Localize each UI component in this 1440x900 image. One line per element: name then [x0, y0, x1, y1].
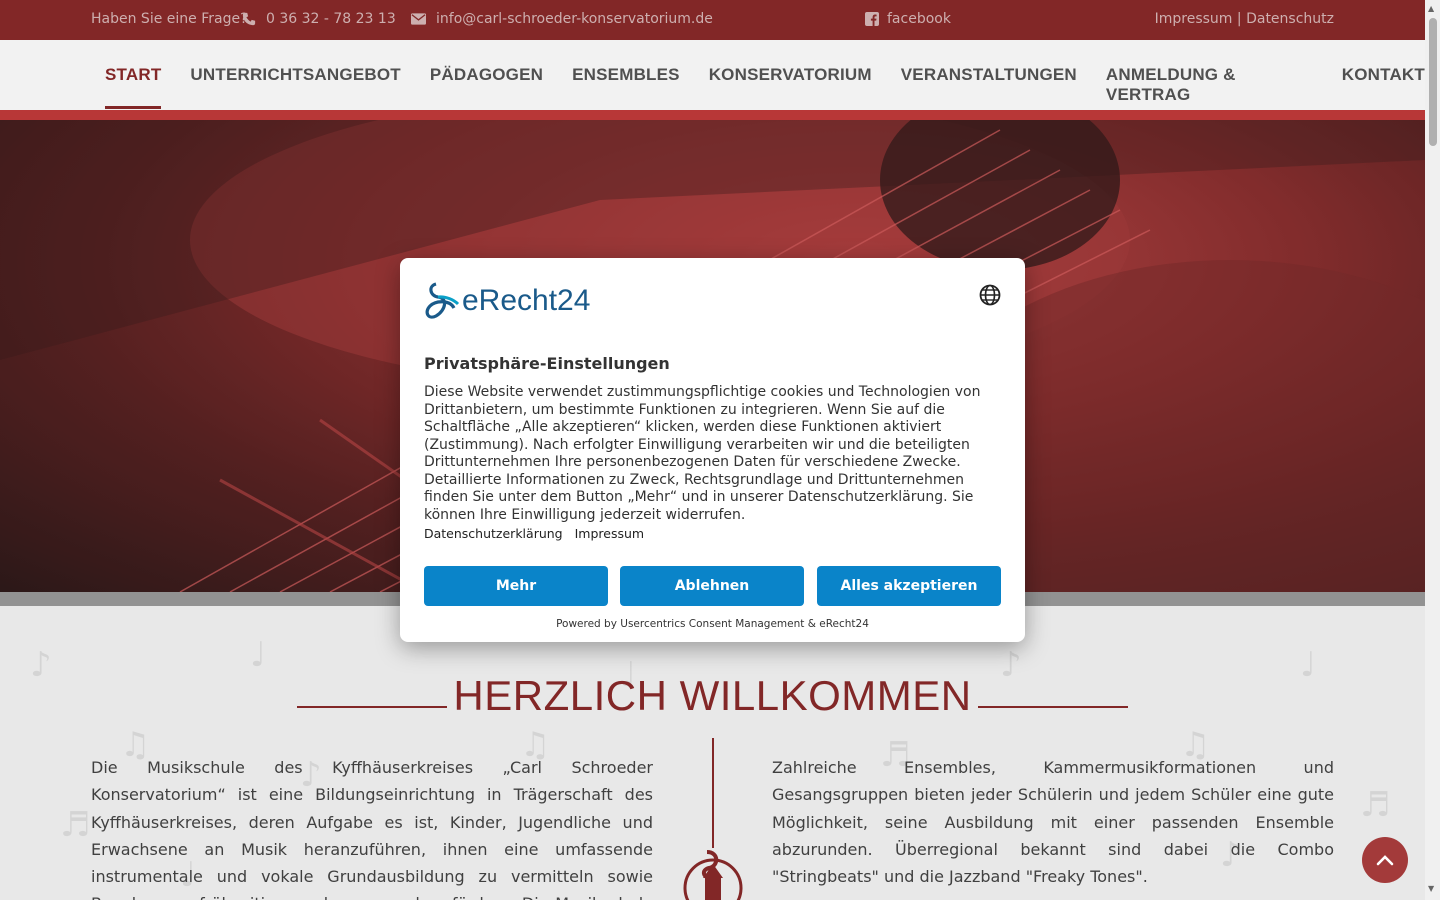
privacy-policy-link[interactable]: Datenschutzerklärung: [424, 526, 563, 541]
consent-title: Privatsphäre-Einstellungen: [424, 354, 670, 373]
scrollbar-thumb[interactable]: [1429, 18, 1437, 146]
back-to-top-button[interactable]: [1362, 837, 1408, 883]
deny-button[interactable]: Ablehnen: [620, 566, 804, 606]
consent-body: Diese Website verwendet zustimmungspflic…: [424, 384, 981, 523]
imprint-link[interactable]: Impressum: [575, 526, 644, 541]
scroll-down-arrow-icon[interactable]: ▼: [1428, 884, 1434, 893]
erecht24-logo: eRecht24: [424, 282, 590, 320]
powered-by-text: Powered by Usercentrics Consent Manageme…: [556, 618, 869, 630]
consent-dialog: eRecht24 Privatsphäre-Einstellungen Dies…: [400, 258, 1025, 642]
accept-all-button[interactable]: Alles akzeptieren: [817, 566, 1001, 606]
consent-links: Datenschutzerklärung Impressum: [424, 526, 644, 541]
more-button[interactable]: Mehr: [424, 566, 608, 606]
chevron-up-icon: [1376, 855, 1394, 866]
globe-icon[interactable]: [979, 284, 1001, 306]
erecht24-logo-text: eRecht24: [462, 284, 591, 317]
erecht24-logo-mark: [425, 282, 460, 319]
scroll-up-arrow-icon[interactable]: ▲: [1428, 4, 1434, 13]
